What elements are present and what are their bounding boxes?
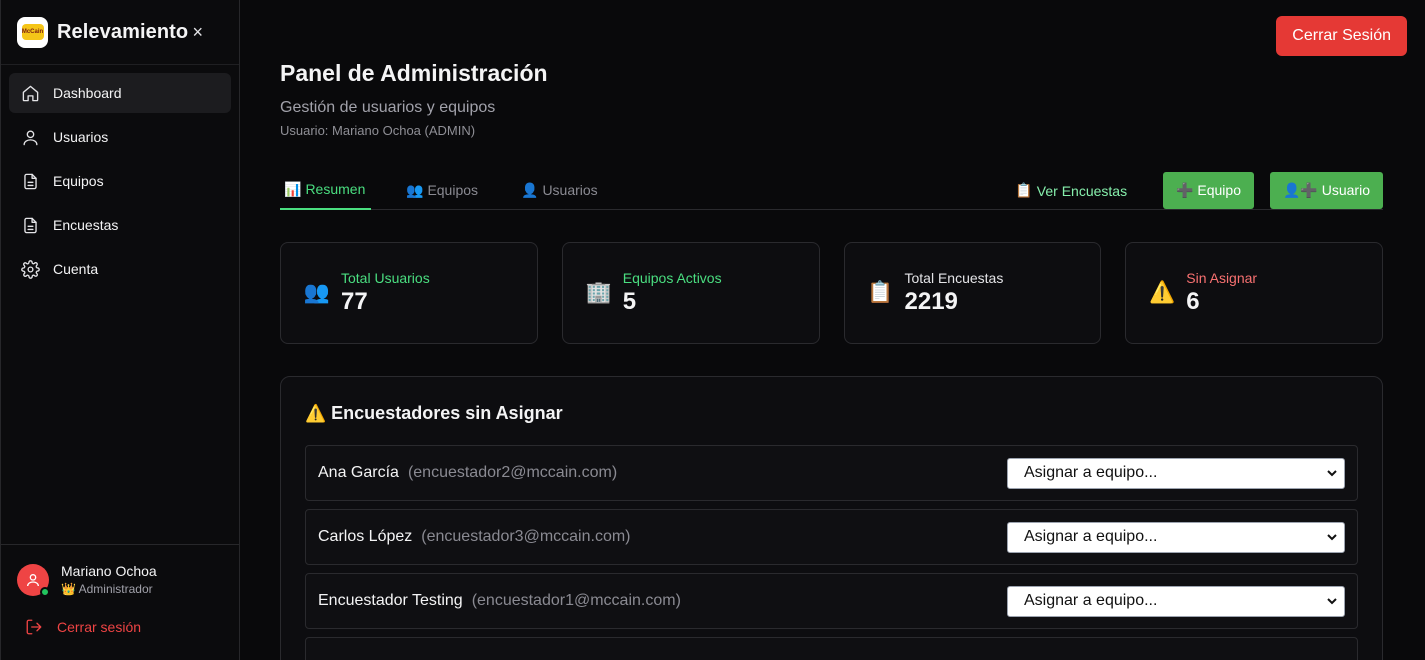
tab-usuarios[interactable]: 👤 Usuarios — [517, 170, 602, 210]
stat-value: 77 — [341, 288, 368, 315]
chevron-down-icon — [1327, 533, 1337, 540]
ver-encuestas-label: Ver Encuestas — [1036, 182, 1128, 199]
logout-label: Cerrar sesión — [57, 619, 142, 635]
stat-value: 5 — [622, 288, 637, 315]
close-sidebar-icon[interactable]: × — [192, 22, 203, 43]
tab-resumen[interactable]: 📊 Resumen — [280, 170, 371, 210]
users-icon: 👥 — [406, 181, 424, 198]
chart-icon: 📊 — [284, 180, 302, 197]
stats-row: 👥 Total Usuarios 77 🏢 Equipos Activos 5 … — [280, 242, 1383, 344]
warning-icon: ⚠️ — [305, 403, 327, 423]
list-item: Encuestador Testing (encuestador1@mccain… — [305, 573, 1358, 629]
encuestador-name: Ana García — [318, 464, 399, 481]
sidebar-footer: Mariano Ochoa 👑 Administrador Cerrar ses… — [1, 544, 239, 636]
encuestador-name: Encuestador Testing — [318, 592, 463, 609]
sidebar-logout-button[interactable]: Cerrar sesión — [17, 618, 223, 636]
warning-icon: ⚠️ — [1149, 281, 1176, 304]
assign-team-select[interactable]: Asignar a equipo... — [1007, 457, 1345, 489]
clipboard-icon: 📋 — [867, 281, 894, 304]
list-item: Ana García (encuestador2@mccain.com) Asi… — [305, 445, 1358, 501]
select-value: Asignar a equipo... — [1024, 592, 1158, 609]
chevron-down-icon — [1327, 597, 1337, 604]
home-icon — [22, 85, 39, 101]
assign-team-select[interactable]: Asignar a equipo... — [1007, 585, 1345, 617]
avatar — [17, 563, 50, 597]
sidebar-item-label: Usuarios — [53, 129, 109, 145]
ver-encuestas-link[interactable]: 📋 Ver Encuestas — [1015, 182, 1127, 199]
tab-label: Usuarios — [542, 182, 598, 198]
sidebar-header: McCain Relevamiento × — [1, 0, 239, 65]
sidebar-item-encuestas[interactable]: Encuestas — [9, 205, 231, 245]
tab-label: Equipos — [427, 182, 479, 198]
page-title: Panel de Administración — [280, 60, 548, 86]
user-icon — [23, 129, 38, 145]
chevron-down-icon — [1327, 469, 1337, 476]
brand-name: Relevamiento — [57, 20, 189, 43]
user-icon: 👤 — [521, 181, 539, 198]
page-subtitle: Gestión de usuarios y equipos — [280, 99, 496, 116]
stat-card-total-usuarios: 👥 Total Usuarios 77 — [280, 242, 538, 344]
tab-label: Resumen — [305, 181, 366, 197]
stat-card-total-encuestas: 📋 Total Encuestas 2219 — [843, 242, 1102, 344]
user-info: Mariano Ochoa 👑 Administrador — [61, 563, 157, 596]
add-equipo-button[interactable]: ➕ Equipo — [1163, 172, 1254, 209]
add-usuario-button[interactable]: 👤➕ Usuario — [1270, 172, 1383, 209]
document-icon — [24, 173, 37, 189]
online-status-indicator — [40, 586, 50, 597]
gear-icon — [21, 259, 40, 279]
tab-equipos[interactable]: 👥 Equipos — [402, 170, 482, 210]
brand-logo-mark: McCain — [21, 24, 44, 40]
panel-title: ⚠️ Encuestadores sin Asignar — [305, 403, 563, 424]
stat-label: Sin Asignar — [1186, 270, 1258, 286]
encuestador-email: (encuestador1@mccain.com) — [471, 592, 681, 609]
user-name: Mariano Ochoa — [61, 563, 157, 579]
user-icon — [27, 573, 39, 586]
panel-title-text: Encuestadores sin Asignar — [331, 403, 563, 423]
current-user-line: Usuario: Mariano Ochoa (ADMIN) — [280, 123, 476, 138]
sidebar-item-cuenta[interactable]: Cuenta — [9, 249, 231, 289]
sidebar-item-usuarios[interactable]: Usuarios — [9, 117, 231, 157]
logout-icon — [26, 619, 42, 635]
user-profile[interactable]: Mariano Ochoa 👑 Administrador — [17, 563, 223, 597]
brand-logo: McCain — [17, 16, 48, 48]
select-value: Asignar a equipo... — [1024, 528, 1158, 545]
tab-actions: 📋 Ver Encuestas ➕ Equipo 👤➕ Usuario — [1015, 172, 1383, 209]
users-icon: 👥 — [303, 281, 331, 304]
encuestador-name: Carlos López — [318, 528, 413, 545]
encuestador-email: (encuestador3@mccain.com) — [421, 528, 631, 545]
sidebar-item-label: Cuenta — [53, 261, 99, 277]
sidebar-item-label: Equipos — [53, 173, 104, 189]
sidebar-item-label: Dashboard — [53, 85, 122, 101]
encuestador-email: (encuestador2@mccain.com) — [407, 464, 618, 481]
sidebar-item-equipos[interactable]: Equipos — [9, 161, 231, 201]
unassigned-panel: ⚠️ Encuestadores sin Asignar Ana García … — [280, 376, 1383, 660]
list-item: Carlos López (encuestador3@mccain.com) A… — [305, 509, 1358, 565]
list-item — [305, 637, 1358, 660]
stat-card-equipos-activos: 🏢 Equipos Activos 5 — [561, 242, 820, 344]
tab-bar: 📊 Resumen 👥 Equipos 👤 Usuarios 📋 Ver Enc… — [280, 170, 1383, 210]
building-icon: 🏢 — [585, 281, 612, 304]
main-content: Cerrar Sesión Panel de Administración Ge… — [240, 0, 1425, 660]
stat-label: Total Usuarios — [341, 270, 430, 286]
clipboard-icon: 📋 — [1015, 182, 1033, 198]
sidebar-item-label: Encuestas — [53, 217, 119, 233]
stat-label: Total Encuestas — [904, 270, 1004, 286]
stat-value: 2219 — [904, 288, 958, 315]
stat-card-sin-asignar: ⚠️ Sin Asignar 6 — [1125, 242, 1383, 344]
document-icon — [24, 217, 37, 233]
sidebar-item-dashboard[interactable]: Dashboard — [9, 73, 231, 113]
stat-label: Equipos Activos — [622, 270, 722, 286]
sidebar: McCain Relevamiento × Dashboard Usuarios… — [0, 0, 240, 660]
stat-value: 6 — [1186, 288, 1200, 315]
assign-team-select[interactable]: Asignar a equipo... — [1007, 521, 1345, 553]
user-role: 👑 Administrador — [61, 582, 153, 596]
select-value: Asignar a equipo... — [1024, 464, 1158, 481]
logout-button[interactable]: Cerrar Sesión — [1276, 16, 1407, 56]
sidebar-nav: Dashboard Usuarios Equipos Encuestas Cue… — [1, 65, 239, 301]
